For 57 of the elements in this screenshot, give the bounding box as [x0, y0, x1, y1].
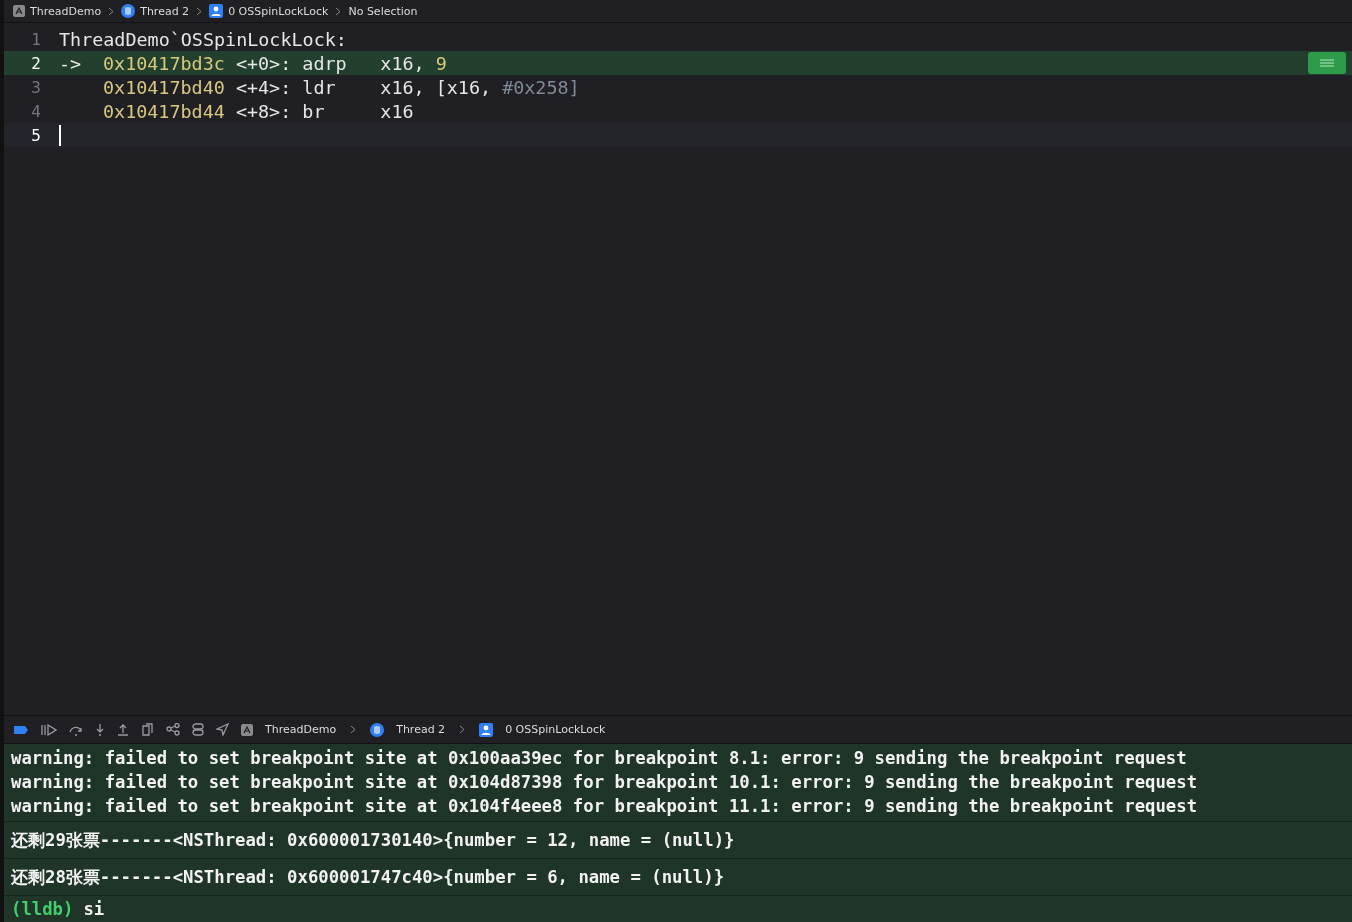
app-icon — [241, 723, 253, 736]
breadcrumb-item[interactable]: No Selection — [348, 4, 418, 18]
code-token: x16, [x16, — [380, 76, 493, 98]
person-icon — [479, 722, 494, 737]
code-token: <+8>: — [235, 100, 293, 122]
line-number: 5 — [30, 125, 42, 145]
line-number: 2 — [30, 53, 42, 73]
code-token: <+4>: — [235, 76, 293, 98]
code-token: 0x10417bd3c — [103, 52, 226, 74]
console-output: 还剩29张票-------<NSThread: 0x600001730140>{number = 12, name = (null)} — [11, 828, 736, 852]
toggle-icon[interactable] — [192, 723, 204, 736]
lines-icon — [1320, 59, 1334, 67]
location-icon[interactable] — [216, 723, 229, 736]
chevron-icon — [350, 725, 357, 734]
step-out-icon[interactable] — [117, 723, 129, 736]
code-token: 0x10417bd44 — [103, 100, 226, 122]
code-token: <+0>: — [235, 52, 293, 74]
breadcrumb-item[interactable]: Thread 2 — [396, 723, 446, 736]
view-hierarchy-icon[interactable] — [141, 723, 154, 736]
warning-message: warning: failed to set breakpoint site at 0x104d87398 for breakpoint 10.1: error: 9 sending the breakpoint request — [11, 771, 1199, 794]
code-token: 0x10417bd40 — [103, 76, 226, 98]
graph-icon[interactable] — [166, 723, 180, 736]
console-output: 还剩28张票-------<NSThread: 0x600001747c40>{number = 6, name = (null)} — [11, 865, 726, 889]
code-token: #0x258] — [502, 76, 581, 98]
person-icon — [209, 4, 224, 18]
lldb-prompt: (lldb) — [11, 899, 74, 919]
code-token: x16 — [380, 100, 415, 122]
breadcrumb-item[interactable]: 0 OSSpinLockLock — [228, 4, 329, 18]
code-token: br — [302, 100, 326, 122]
line-number: 4 — [30, 101, 42, 121]
step-into-icon[interactable] — [95, 723, 105, 736]
chevron-icon — [459, 725, 466, 734]
breadcrumb-item[interactable]: ThreadDemo — [265, 723, 337, 736]
text-cursor — [59, 124, 61, 146]
minimap-marker[interactable] — [1308, 52, 1346, 74]
breadcrumb-item[interactable]: Thread 2 — [140, 4, 190, 18]
line-number: 3 — [30, 77, 42, 97]
chevron-icon — [335, 6, 342, 16]
code-token: ldr — [302, 76, 337, 98]
code-token: adrp — [302, 52, 348, 74]
chevron-icon — [108, 6, 115, 16]
thread-icon — [370, 722, 385, 737]
thread-icon — [121, 4, 136, 18]
breadcrumb-item[interactable]: 0 OSSpinLockLock — [505, 723, 606, 736]
warning-message: warning: failed to set breakpoint site at 0x104f4eee8 for breakpoint 11.1: error: 9 sending the breakpoint request — [11, 795, 1199, 818]
code-token: -> — [59, 52, 83, 74]
line-number: 1 — [30, 29, 42, 49]
app-icon — [13, 5, 25, 17]
breadcrumb-item[interactable]: ThreadDemo — [30, 4, 102, 18]
code-token: ThreadDemo`OSSpinLockLock: — [59, 28, 348, 50]
console-input[interactable]: si — [83, 899, 105, 919]
chevron-icon — [196, 6, 203, 16]
code-token: x16, — [380, 52, 426, 74]
warning-message: warning: failed to set breakpoint site at 0x100aa39ec for breakpoint 8.1: error: 9 sending the breakpoint request — [11, 747, 1188, 770]
continue-icon[interactable] — [41, 723, 57, 736]
code-token: 9 — [435, 52, 448, 74]
breakpoint-toggle-icon[interactable] — [13, 724, 29, 735]
